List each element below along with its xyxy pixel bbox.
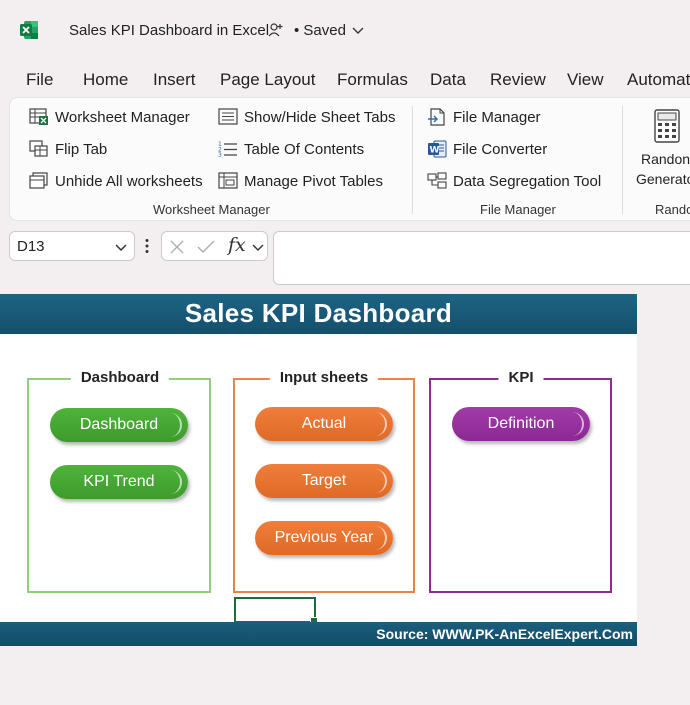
ribbon-separator [412,106,413,214]
random-generator-label-line2[interactable]: Generato [636,171,690,187]
dashboard-footer: Source: WWW.PK-AnExcelExpert.Com [0,622,637,646]
tab-data[interactable]: Data [430,70,466,90]
flip-tab-label: Flip Tab [55,140,108,158]
manage-pivot-tables-label: Manage Pivot Tables [244,172,383,190]
panel-title: Dashboard [70,369,170,386]
calculator-icon[interactable] [654,109,680,143]
worksheet-area[interactable]: Sales KPI Dashboard Dashboard Dashboard … [0,294,637,646]
menu-bar: File Home Insert Page Layout Formulas Da… [0,66,690,96]
data-segregation-tool-label: Data Segregation Tool [453,172,602,190]
table-of-contents-button[interactable]: 1 2 3 Table Of Contents [218,140,365,159]
data-segregation-icon [427,172,447,189]
chevron-down-icon[interactable] [352,26,364,35]
tab-automate[interactable]: Automat [627,70,690,90]
table-of-contents-label: Table Of Contents [244,140,365,158]
save-status[interactable]: • Saved [294,22,346,39]
tab-view[interactable]: View [567,70,604,90]
random-generator-label-line1[interactable]: Randon [641,151,690,167]
title-bar: Sales KPI Dashboard in Excel • Saved [0,0,690,60]
dashboard-header: Sales KPI Dashboard [0,294,637,334]
formula-controls: fx [161,231,268,261]
kpi-trend-button[interactable]: KPI Trend [50,465,188,499]
user-share-icon[interactable] [268,22,284,38]
definition-button[interactable]: Definition [452,407,590,441]
tab-formulas[interactable]: Formulas [337,70,408,90]
table-of-contents-icon: 1 2 3 [218,141,237,158]
chevron-down-icon[interactable] [252,243,264,252]
manage-pivot-tables-button[interactable]: Manage Pivot Tables [218,172,383,190]
tab-page-layout[interactable]: Page Layout [220,70,315,90]
sheet-tabs-icon [218,108,238,125]
svg-text:3: 3 [218,152,222,158]
cancel-icon[interactable] [169,239,185,255]
file-converter-label: File Converter [453,140,548,158]
svg-text:W: W [430,146,440,156]
previous-year-button[interactable]: Previous Year [255,521,393,555]
dashboard-button[interactable]: Dashboard [50,408,188,442]
actual-button[interactable]: Actual [255,407,393,441]
file-converter-button[interactable]: W File Converter [427,140,547,158]
worksheet-manager-group-label: Worksheet Manager [153,202,270,217]
ribbon-separator [622,106,623,214]
file-manager-group-label: File Manager [480,202,556,217]
document-title[interactable]: Sales KPI Dashboard in Excel [69,22,269,39]
tab-review[interactable]: Review [490,70,546,90]
formula-input[interactable] [273,231,690,285]
selected-cell[interactable] [234,597,318,625]
enter-checkmark-icon[interactable] [197,239,215,255]
unhide-all-worksheets-button[interactable]: Unhide All worksheets [29,172,203,190]
source-text: Source: WWW.PK-AnExcelExpert.Com [376,626,633,642]
more-options-icon[interactable] [144,238,150,254]
panel-title: Input sheets [269,369,379,386]
flip-tab-icon [29,140,48,157]
tab-file[interactable]: File [26,70,53,90]
data-segregation-tool-button[interactable]: Data Segregation Tool [427,172,601,190]
target-button[interactable]: Target [255,464,393,498]
chevron-down-icon[interactable] [115,243,127,252]
dashboard-title: Sales KPI Dashboard [184,298,453,328]
pivot-tables-icon [218,172,238,189]
file-manager-icon [428,108,445,126]
worksheet-manager-button[interactable]: Worksheet Manager [29,108,190,126]
excel-logo-icon[interactable] [19,20,39,40]
ribbon: Worksheet Manager Flip Tab Unhide All wo… [9,97,690,221]
panel-title: KPI [498,369,544,386]
worksheet-manager-label: Worksheet Manager [55,108,190,126]
unhide-worksheets-icon [29,172,48,189]
cell-reference: D13 [17,238,45,255]
word-file-icon: W [428,140,447,158]
tab-home[interactable]: Home [83,70,128,90]
show-hide-sheet-tabs-label: Show/Hide Sheet Tabs [244,108,396,126]
unhide-all-worksheets-label: Unhide All worksheets [55,172,203,190]
file-manager-label: File Manager [453,108,541,126]
insert-function-button[interactable]: fx [228,234,246,256]
show-hide-sheet-tabs-button[interactable]: Show/Hide Sheet Tabs [218,108,396,126]
worksheet-manager-icon [29,108,48,125]
flip-tab-button[interactable]: Flip Tab [29,140,107,158]
file-manager-button[interactable]: File Manager [427,108,541,126]
name-box[interactable]: D13 [9,231,135,261]
tab-insert[interactable]: Insert [153,70,196,90]
random-group-label: Rando [655,202,690,217]
